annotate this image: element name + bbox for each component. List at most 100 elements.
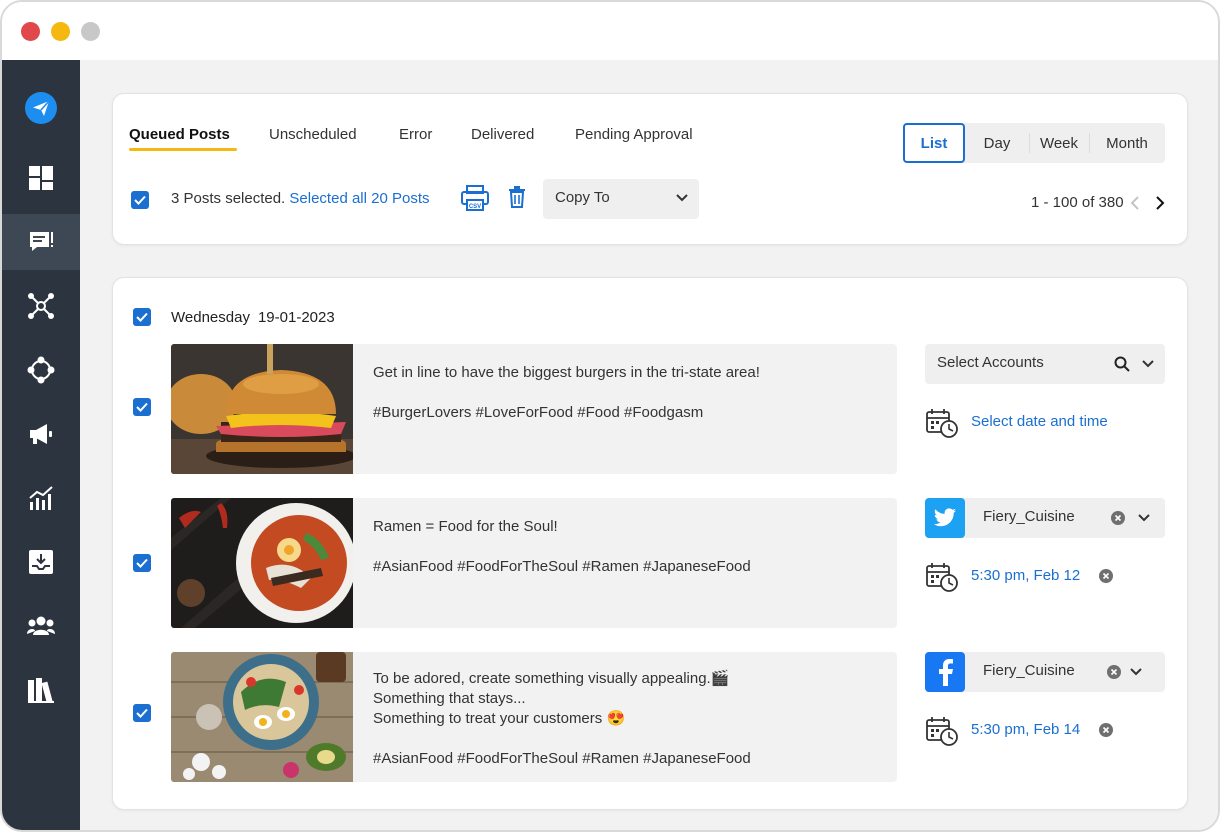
team-icon <box>27 616 55 635</box>
account-dropdown[interactable]: Fiery_Cuisine <box>925 652 1165 692</box>
post-checkbox[interactable] <box>133 398 151 416</box>
account-name: Fiery_Cuisine <box>983 662 1075 679</box>
tab-error[interactable]: Error <box>399 126 432 143</box>
schedule-picker[interactable]: 5:30 pm, Feb 14 <box>925 716 1125 746</box>
view-month-label: Month <box>1106 134 1148 152</box>
schedule-label[interactable]: Select date and time <box>971 413 1108 430</box>
sidebar-item-inbox[interactable] <box>2 534 80 590</box>
view-week-label: Week <box>1039 134 1079 152</box>
copy-to-label: Copy To <box>555 189 610 206</box>
maximize-window-button[interactable] <box>81 22 100 41</box>
sidebar-item-analytics[interactable] <box>2 470 80 526</box>
checkmark-icon <box>136 708 148 718</box>
posts-list-card: Wednesday 19-01-2023 Get in line to have… <box>112 277 1188 810</box>
connections-icon <box>27 356 55 384</box>
checkmark-icon <box>134 195 146 205</box>
date-group-heading: Wednesday 19-01-2023 <box>171 309 335 326</box>
dashboard-icon <box>29 166 53 190</box>
schedule-picker[interactable]: 5:30 pm, Feb 12 <box>925 562 1125 592</box>
view-list-button[interactable]: List <box>903 123 965 163</box>
view-week-button[interactable]: Week <box>1029 123 1089 163</box>
select-all-checkbox[interactable] <box>131 191 149 209</box>
view-switcher: List Day Week Month <box>903 123 1165 163</box>
post-item[interactable]: Ramen = Food for the Soul! #AsianFood #F… <box>171 498 897 628</box>
calendar-clock-icon <box>926 563 958 592</box>
chevron-down-icon <box>676 194 688 202</box>
clear-account-icon[interactable] <box>1111 511 1125 525</box>
calendar-clock-icon <box>926 717 958 746</box>
library-icon <box>28 678 54 703</box>
tab-queued-posts[interactable]: Queued Posts <box>129 126 230 143</box>
clear-schedule-icon[interactable] <box>1099 569 1113 583</box>
checkmark-icon <box>136 402 148 412</box>
calendar-clock-icon <box>926 409 958 438</box>
minimize-window-button[interactable] <box>51 22 70 41</box>
view-month-button[interactable]: Month <box>1089 123 1165 163</box>
sidebar-item-connections[interactable] <box>2 342 80 398</box>
search-icon[interactable] <box>1114 356 1130 372</box>
view-day-button[interactable]: Day <box>965 123 1029 163</box>
sidebar-item-network[interactable] <box>2 278 80 334</box>
select-accounts-dropdown[interactable]: Select Accounts <box>925 344 1165 384</box>
view-list-label: List <box>920 134 948 152</box>
active-tab-indicator <box>129 148 237 151</box>
select-all-link[interactable]: Selected all 20 Posts <box>289 190 429 207</box>
send-logo-icon <box>25 92 57 124</box>
post-checkbox[interactable] <box>133 554 151 572</box>
post-text-line: Something that stays... <box>373 690 526 707</box>
date-group-weekday: Wednesday <box>171 309 250 326</box>
copy-to-dropdown[interactable]: Copy To <box>543 179 699 219</box>
selection-summary: 3 Posts selected. Selected all 20 Posts <box>171 190 430 207</box>
schedule-time[interactable]: 5:30 pm, Feb 12 <box>971 567 1080 584</box>
tab-unscheduled[interactable]: Unscheduled <box>269 126 357 143</box>
clear-schedule-icon[interactable] <box>1099 723 1113 737</box>
post-text-line: Something to treat your customers 😍 <box>373 710 626 727</box>
chevron-right-icon[interactable] <box>1155 196 1165 210</box>
post-hashtags: #BurgerLovers #LoveForFood #Food #Foodga… <box>373 404 704 421</box>
post-image-salad-bowl <box>171 652 353 782</box>
post-hashtags: #AsianFood #FoodForTheSoul #Ramen #Japan… <box>373 750 751 767</box>
post-text-line: Get in line to have the biggest burgers … <box>373 364 760 381</box>
account-dropdown[interactable]: Fiery_Cuisine <box>925 498 1165 538</box>
post-image-ramen <box>171 498 353 628</box>
csv-icon-label: CSV <box>469 204 481 210</box>
clear-account-icon[interactable] <box>1107 665 1121 679</box>
date-group-date: 19-01-2023 <box>257 309 335 326</box>
sidebar-item-team[interactable] <box>2 598 80 654</box>
app-window: Queued Posts Unscheduled Error Delivered… <box>0 0 1220 832</box>
sidebar <box>2 60 80 830</box>
account-name: Fiery_Cuisine <box>983 508 1075 525</box>
chevron-left-icon[interactable] <box>1130 196 1140 210</box>
chevron-down-icon[interactable] <box>1129 665 1143 679</box>
view-day-label: Day <box>983 134 1011 152</box>
sidebar-logo[interactable] <box>2 80 80 136</box>
sidebar-item-campaigns[interactable] <box>2 406 80 462</box>
schedule-time[interactable]: 5:30 pm, Feb 14 <box>971 721 1080 738</box>
analytics-icon <box>29 486 53 510</box>
trash-icon[interactable] <box>508 186 526 208</box>
selection-count: 3 Posts selected. <box>171 190 286 207</box>
schedule-picker[interactable]: Select date and time <box>925 408 1165 438</box>
select-accounts-label: Select Accounts <box>937 354 1044 371</box>
post-item[interactable]: Get in line to have the biggest burgers … <box>171 344 897 474</box>
sidebar-item-posts[interactable] <box>2 214 80 270</box>
network-icon <box>28 293 54 319</box>
chevron-down-icon[interactable] <box>1141 357 1155 371</box>
date-group-checkbox[interactable] <box>133 308 151 326</box>
megaphone-icon <box>30 424 52 444</box>
posts-icon <box>30 232 53 251</box>
checkmark-icon <box>136 312 148 322</box>
post-item[interactable]: To be adored, create something visually … <box>171 652 897 782</box>
tab-pending-approval[interactable]: Pending Approval <box>575 126 693 143</box>
tab-delivered[interactable]: Delivered <box>471 126 534 143</box>
inbox-icon <box>29 550 53 574</box>
export-csv-icon[interactable]: CSV <box>460 185 490 211</box>
post-checkbox[interactable] <box>133 704 151 722</box>
close-window-button[interactable] <box>21 22 40 41</box>
sidebar-item-library[interactable] <box>2 662 80 718</box>
checkmark-icon <box>136 558 148 568</box>
sidebar-item-dashboard[interactable] <box>2 150 80 206</box>
chevron-down-icon[interactable] <box>1137 511 1151 525</box>
post-toolbar-card: Queued Posts Unscheduled Error Delivered… <box>112 93 1188 245</box>
post-image-burger <box>171 344 353 474</box>
